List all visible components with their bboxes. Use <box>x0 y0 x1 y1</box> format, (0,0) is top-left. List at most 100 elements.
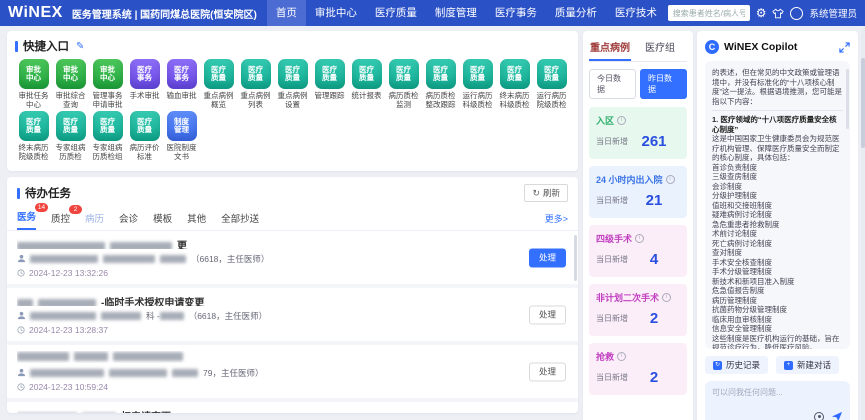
quick-entry-item[interactable]: 医疗质量专家组病历质检 <box>52 111 89 161</box>
copilot-title: WiNEX Copilot <box>724 41 797 53</box>
send-icon[interactable] <box>831 411 843 420</box>
quick-entry-item[interactable]: 医疗质量运行病历院级质检 <box>533 59 570 109</box>
quick-entry-item[interactable]: 医疗质量重点病例列表 <box>237 59 274 109</box>
history-button[interactable]: ↻ 历史记录 <box>705 356 768 374</box>
stat-card-sub: 当日新增 <box>596 372 628 385</box>
copilot-input[interactable] <box>712 387 843 409</box>
task-person: （6618，主任医师） <box>17 253 508 264</box>
date-toggle-2[interactable]: 昨日数据 <box>640 69 687 99</box>
handle-button[interactable]: 处理 <box>529 305 566 324</box>
tile-text-line2: 质量 <box>507 74 522 83</box>
stat-card-sub: 当日新增 <box>596 313 628 326</box>
info-icon: i <box>666 175 675 184</box>
stat-card[interactable]: 24 小时内出入院i当日新增21 <box>589 166 687 218</box>
quick-entry-item[interactable]: 医疗质量统计报表 <box>348 59 385 109</box>
stat-card[interactable]: 四级手术i当日新增4 <box>589 225 687 277</box>
quick-entry-tile-icon: 医疗质量 <box>389 59 419 89</box>
stat-card[interactable]: 抢救i当日新增2 <box>589 343 687 395</box>
quick-entry-tile-icon: 医疗质量 <box>500 59 530 89</box>
left-column: 快捷入口 ✎ 审批中心审批任务中心审批中心审批综合查询审批中心管理事务申请审批医… <box>7 31 578 420</box>
quick-entry-item[interactable]: 医疗质量病历评价标准 <box>126 111 163 161</box>
todo-tab-1[interactable]: 医务14 <box>17 209 36 230</box>
copilot-header: C WiNEX Copilot <box>705 39 850 55</box>
patient-search-input[interactable] <box>668 5 750 21</box>
clock-icon <box>17 326 25 334</box>
quick-entry-grid: 审批中心审批任务中心审批中心审批综合查询审批中心管理事务申请审批医疗事务手术审批… <box>15 59 570 163</box>
todo-tab-6[interactable]: 其他 <box>187 211 206 230</box>
nav-tab-1[interactable]: 首页 <box>267 0 306 26</box>
quick-entry-item[interactable]: 审批中心审批综合查询 <box>52 59 89 109</box>
nav-tab-3[interactable]: 医疗质量 <box>366 0 426 26</box>
app-logo: WiNEX <box>8 4 63 22</box>
task-item: 79，主任医师）2024-12-23 10:59:24处理 <box>7 345 578 402</box>
copilot-list-item: 首诊负责制度 <box>712 163 843 173</box>
history-icon: ↻ <box>713 361 722 370</box>
nav-tab-2[interactable]: 审批中心 <box>306 0 366 26</box>
quick-entry-item[interactable]: 医疗事务输血审批 <box>163 59 200 109</box>
todo-tab-5[interactable]: 模板 <box>153 211 172 230</box>
copilot-list-item: 术前讨论制度 <box>712 229 843 239</box>
stats-tab-1[interactable]: 重点病例 <box>589 35 631 61</box>
todo-tab-badge: 14 <box>35 203 48 212</box>
quick-entry-item[interactable]: 审批中心管理事务申请审批 <box>89 59 126 109</box>
todo-tabs: 医务14 质控2 病历会诊模板其他全部抄送 更多> <box>7 202 578 231</box>
nav-tab-5[interactable]: 医疗事务 <box>486 0 546 26</box>
stat-card[interactable]: 入区i当日新增261 <box>589 107 687 159</box>
quick-entry-item[interactable]: 医疗质量终末病历院级质检 <box>15 111 52 161</box>
redacted-text <box>110 242 172 249</box>
quick-entry-item[interactable]: 审批中心审批任务中心 <box>15 59 52 109</box>
quick-entry-item[interactable]: 医疗质量重点病例设置 <box>274 59 311 109</box>
task-title: 权申请变更 <box>17 408 508 413</box>
nav-tab-4[interactable]: 制度管理 <box>426 0 486 26</box>
stat-card[interactable]: 非计划二次手术i当日新增2 <box>589 284 687 336</box>
quick-entry-item[interactable]: 医疗质量运行病历科级质检 <box>459 59 496 109</box>
settings-gear-icon[interactable]: ⚙ <box>756 7 767 19</box>
refresh-button[interactable]: ↻ 刷新 <box>524 184 568 202</box>
quick-entry-item[interactable]: 医疗质量病历质检整改跟踪 <box>422 59 459 109</box>
date-toggle-1[interactable]: 今日数据 <box>589 69 636 99</box>
quick-entry-item[interactable]: 医疗质量管理跟踪 <box>311 59 348 109</box>
todo-tab-2[interactable]: 质控2 <box>51 211 70 230</box>
theme-shirt-icon[interactable] <box>772 8 784 19</box>
copilot-closing: 这些制度是医疗机构运行的基础，旨在规范诊疗行为，降低医疗风险。 <box>712 334 843 350</box>
copilot-list-item: 值班和交接班制度 <box>712 201 843 211</box>
todo-tab-4[interactable]: 会诊 <box>119 211 138 230</box>
quick-entry-tile-icon: 医疗质量 <box>19 111 49 141</box>
quick-entry-item[interactable]: 制度管理医院制度文书 <box>163 111 200 161</box>
stat-card-name: 非计划二次手术i <box>596 291 680 304</box>
tile-text-line2: 质量 <box>433 74 448 83</box>
quick-entry-item[interactable]: 医疗质量病历质检监测 <box>385 59 422 109</box>
page-scrollbar-track[interactable] <box>861 28 865 420</box>
handle-button[interactable]: 处理 <box>529 248 566 267</box>
new-chat-icon: + <box>784 361 793 370</box>
visible-text: 79，主任医师） <box>203 367 263 379</box>
todo-tab-7[interactable]: 全部抄送 <box>221 211 259 230</box>
todo-tab-3[interactable]: 病历 <box>85 211 104 230</box>
quick-entry-label: 输血审批 <box>165 91 199 109</box>
quick-entry-item[interactable]: 医疗质量专家组病历质检组 <box>89 111 126 161</box>
app-root: WiNEX 医务管理系统 | 国药同煤总医院(恒安院区) 首页审批中心医疗质量制… <box>0 0 865 420</box>
nav-tab-7[interactable]: 医疗技术 <box>606 0 666 26</box>
quick-entry-item[interactable]: 医疗质量终末病历科级质检 <box>496 59 533 109</box>
tile-text-line2: 质量 <box>359 74 374 83</box>
page-scrollbar-thumb[interactable] <box>861 58 865 148</box>
redacted-text <box>160 312 184 320</box>
user-avatar[interactable] <box>790 7 803 20</box>
handle-button[interactable]: 处理 <box>529 362 566 381</box>
expand-icon[interactable] <box>839 42 850 53</box>
todo-more-link[interactable]: 更多> <box>545 212 568 230</box>
edit-quick-entry-icon[interactable]: ✎ <box>76 41 84 52</box>
copilot-scrollbar[interactable] <box>846 69 849 129</box>
quick-entry-tile-icon: 医疗质量 <box>56 111 86 141</box>
nav-tab-6[interactable]: 质量分析 <box>546 0 606 26</box>
voice-icon[interactable] <box>814 412 824 420</box>
quick-entry-label: 审批综合查询 <box>54 91 88 109</box>
quick-entry-item[interactable]: 医疗质量重点病例概览 <box>200 59 237 109</box>
stats-tab-2[interactable]: 医疗组 <box>644 35 676 61</box>
copilot-list-item: 新技术和新项目准入制度 <box>712 277 843 287</box>
stats-date-toggles: 今日数据昨日数据 <box>589 69 687 99</box>
copilot-message-intro: 的表述，但在常见的中文政策或管理语境中，并没有标准化的“十八项核心制度”这一提法… <box>712 68 843 106</box>
new-chat-button[interactable]: + 新建对话 <box>776 356 839 374</box>
quick-entry-item[interactable]: 医疗事务手术审批 <box>126 59 163 109</box>
quick-entry-label: 病历质检监测 <box>387 91 421 109</box>
